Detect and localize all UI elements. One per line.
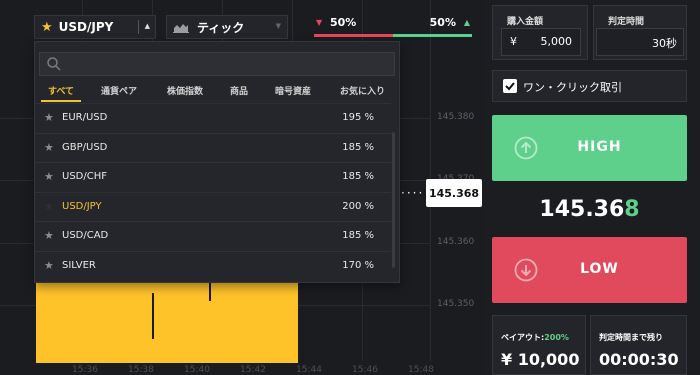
purchase-amount-panel: 購入金額 ¥ 5,000 — [492, 5, 588, 60]
arrow-up-icon: ▲ — [463, 18, 470, 27]
asset-payout: 200 % — [342, 200, 374, 212]
price-tick: 145.360 — [437, 237, 475, 247]
asset-row-usd-chf[interactable]: ★ USD/CHF 185 % — [35, 162, 391, 192]
time-remaining-panel: 判定時間まで残り 00:00:30 — [590, 315, 687, 375]
asset-selector-label: USD/JPY — [58, 20, 114, 34]
caret-down-icon: ▼ — [275, 22, 281, 30]
tab-all[interactable]: すべて — [48, 84, 74, 97]
currency-symbol: ¥ — [510, 35, 517, 48]
payout-label-line: ペイアウト:200% — [501, 332, 569, 343]
sentiment-bar-low — [314, 34, 393, 37]
favorite-star-icon[interactable]: ★ — [44, 141, 54, 154]
purchase-amount-input[interactable]: ¥ 5,000 — [501, 28, 581, 56]
payout-percent: 200% — [544, 333, 569, 342]
time-remaining-label: 判定時間まで残り — [599, 333, 663, 342]
asset-search[interactable] — [39, 52, 395, 76]
current-price-marker: 145.368 — [426, 179, 482, 207]
time-tick: 15:48 — [408, 365, 434, 375]
asset-category-tabs: すべて 通貨ペア 株価指数 商品 暗号資産 お気に入り — [35, 80, 399, 102]
price-area-fill — [36, 283, 298, 363]
low-button[interactable]: LOW — [492, 237, 687, 303]
asset-name: USD/CAD — [62, 230, 109, 241]
area-chart-icon — [173, 24, 189, 33]
sentiment-high-pct: 50% — [429, 16, 456, 29]
current-price-main: 145.36 — [539, 197, 625, 222]
checkmark-icon — [505, 82, 515, 91]
asset-search-input[interactable] — [66, 55, 386, 73]
asset-row-eur-usd[interactable]: ★ EUR/USD 195 % — [35, 103, 391, 133]
chart-mode-label: ティック — [197, 20, 245, 35]
caret-up-icon: ▲ — [144, 22, 150, 30]
tab-currency-pairs[interactable]: 通貨ペア — [101, 84, 137, 97]
high-button[interactable]: HIGH — [492, 115, 687, 181]
time-tick: 15:36 — [72, 365, 98, 375]
asset-payout: 195 % — [342, 112, 374, 123]
dropdown-scrollbar[interactable] — [392, 132, 395, 268]
time-remaining-value: 00:00:30 — [599, 350, 679, 369]
favorite-star-icon[interactable]: ★ — [44, 111, 54, 124]
asset-row-silver[interactable]: ★ SILVER 170 % — [35, 250, 391, 281]
high-button-label: HIGH — [577, 139, 622, 155]
payout-panel: ペイアウト:200% ¥ 10,000 — [492, 315, 586, 375]
time-tick: 15:42 — [240, 365, 266, 375]
expiry-time-label: 判定時間 — [608, 17, 645, 27]
payout-value: ¥ 10,000 — [501, 350, 580, 369]
chart-mode-selector[interactable]: ティック ▼ — [166, 15, 288, 39]
favorite-star-icon[interactable]: ★ — [44, 229, 54, 242]
expiry-time-input[interactable]: 30秒 — [596, 28, 684, 56]
price-tick: 145.380 — [437, 112, 475, 122]
asset-dropdown: すべて 通貨ペア 株価指数 商品 暗号資産 お気に入り ★ EUR/USD 19… — [34, 41, 400, 283]
current-price: 145.368 — [492, 197, 687, 222]
one-click-checkbox[interactable] — [503, 79, 517, 93]
asset-payout: 170 % — [342, 259, 374, 271]
asset-payout: 185 % — [342, 141, 374, 153]
arrow-down-icon: ▼ — [316, 18, 323, 27]
expiry-time-panel: 判定時間 30秒 — [593, 5, 687, 60]
price-guide-dots: ···· — [401, 186, 425, 200]
one-click-label: ワン・クリック取引 — [523, 81, 622, 94]
active-tab-underline — [41, 100, 81, 102]
asset-name: USD/JPY — [62, 200, 102, 212]
asset-row-usd-cad[interactable]: ★ USD/CAD 185 % — [35, 221, 391, 251]
expiry-time-value: 30秒 — [652, 37, 677, 50]
tab-favorites[interactable]: お気に入り — [340, 84, 385, 97]
tab-commodities[interactable]: 商品 — [230, 84, 248, 97]
current-price-last-digit: 8 — [624, 197, 640, 222]
low-button-label: LOW — [580, 261, 619, 277]
sentiment-low-pct: 50% — [330, 16, 357, 29]
time-tick: 15:46 — [352, 365, 378, 375]
price-spike — [209, 283, 211, 301]
star-icon: ★ — [41, 19, 53, 35]
purchase-amount-value: 5,000 — [540, 35, 573, 48]
asset-name: USD/CHF — [62, 171, 107, 182]
favorite-star-icon[interactable]: ★ — [44, 170, 54, 183]
payout-label: ペイアウト: — [501, 333, 545, 342]
tab-crypto[interactable]: 暗号資産 — [275, 84, 311, 97]
asset-payout: 185 % — [342, 230, 374, 241]
trader-sentiment: ▼ 50% 50% ▲ — [314, 15, 472, 37]
sentiment-bar — [314, 34, 472, 37]
asset-selector[interactable]: ★ USD/JPY ▲ — [34, 15, 156, 39]
tab-stock-indices[interactable]: 株価指数 — [167, 84, 203, 97]
sentiment-bar-high — [393, 34, 472, 37]
one-click-trade-toggle[interactable]: ワン・クリック取引 — [492, 70, 687, 102]
time-tick: 15:40 — [184, 365, 210, 375]
favorite-star-icon[interactable]: ★ — [44, 259, 54, 272]
time-tick: 15:44 — [296, 365, 322, 375]
asset-row-gbp-usd[interactable]: ★ GBP/USD 185 % — [35, 132, 391, 163]
asset-row-usd-jpy[interactable]: ★ USD/JPY 200 % — [35, 191, 391, 222]
purchase-amount-label: 購入金額 — [507, 17, 544, 27]
divider — [138, 20, 139, 34]
asset-name: SILVER — [62, 259, 96, 271]
asset-name: EUR/USD — [62, 112, 108, 123]
time-tick: 15:38 — [128, 365, 154, 375]
search-icon — [47, 57, 61, 71]
favorite-star-icon[interactable]: ★ — [44, 200, 54, 213]
price-tick: 145.350 — [437, 299, 475, 309]
asset-list: ★ EUR/USD 195 % ★ GBP/USD 185 % ★ USD/CH… — [35, 103, 391, 280]
asset-payout: 185 % — [342, 171, 374, 182]
asset-name: GBP/USD — [62, 141, 108, 153]
price-spike — [152, 293, 154, 339]
